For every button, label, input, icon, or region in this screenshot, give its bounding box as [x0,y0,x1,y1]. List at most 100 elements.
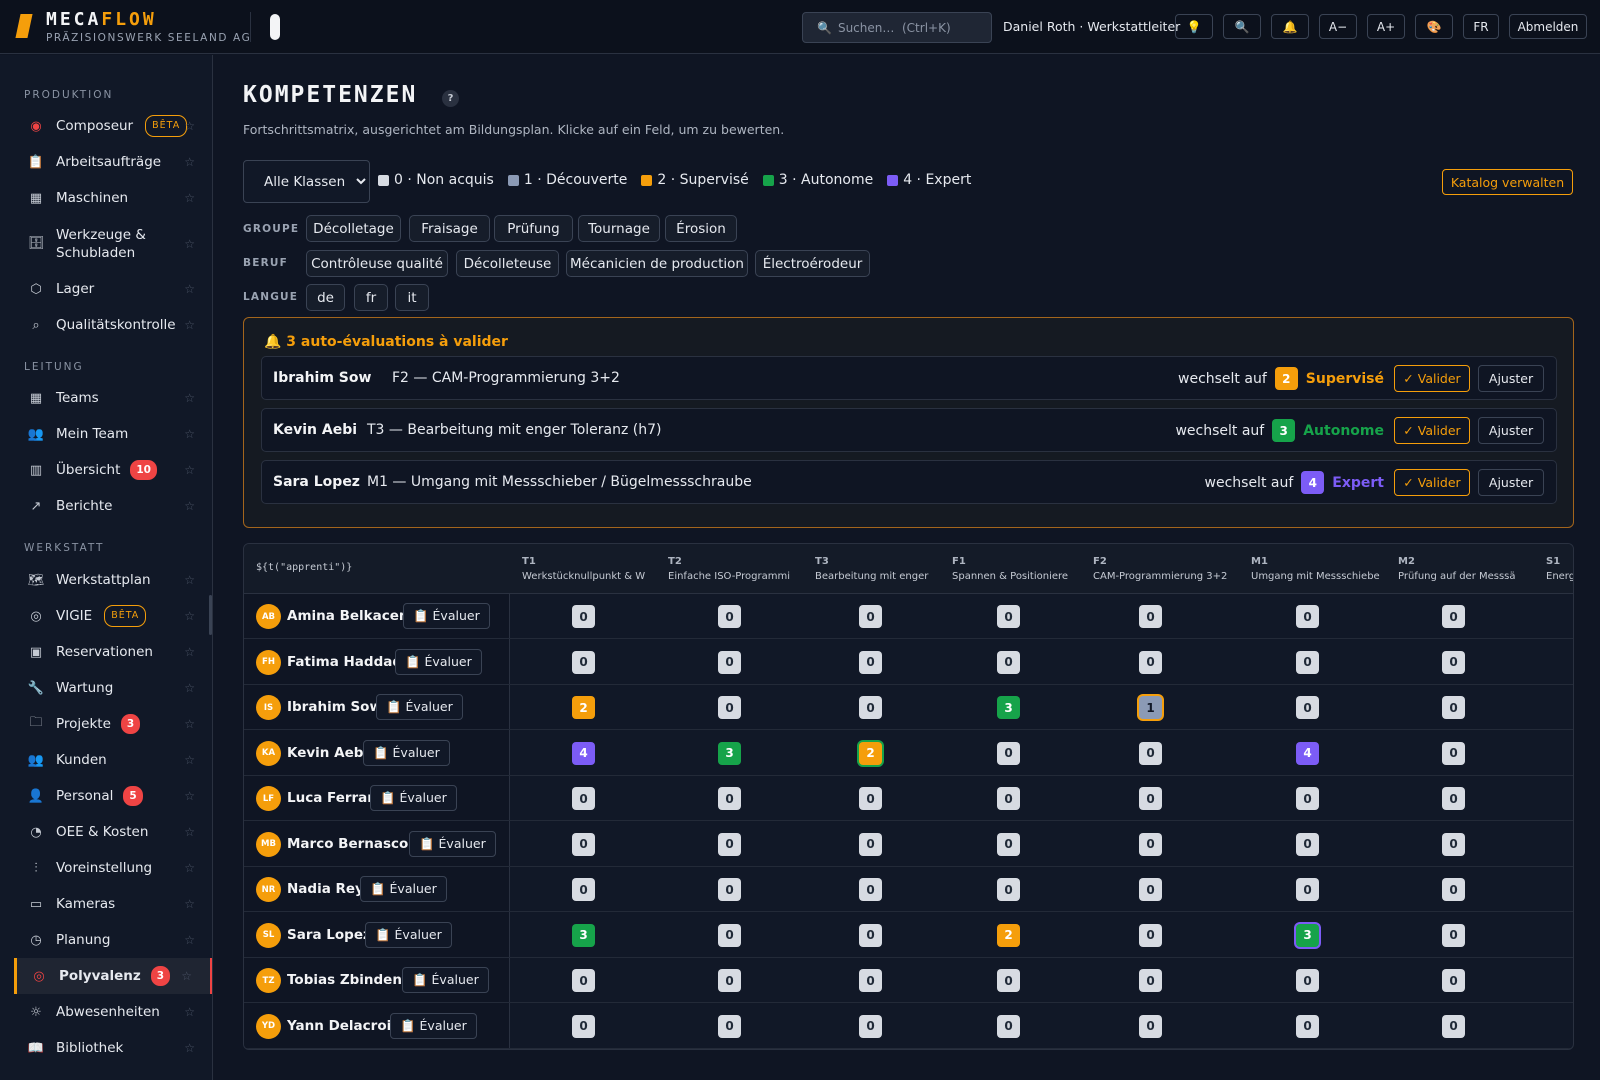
sidebar-item-maschinen[interactable]: ▦ Maschinen ☆ [14,180,212,216]
competence-cell[interactable]: 0 [1442,605,1465,628]
filter-chip-beruf[interactable]: Décolleteuse [456,250,559,277]
competence-cell[interactable]: 0 [572,832,595,856]
brand-name[interactable]: MECAFLOW [46,9,157,30]
filter-chip-groupe[interactable]: Érosion [665,215,737,242]
star-icon[interactable]: ☆ [184,1041,195,1055]
competence-cell[interactable]: 0 [1442,741,1465,765]
column-header[interactable]: F2 CAM-Programmierung 3+2 [1093,556,1227,582]
competence-cell[interactable]: 3 [572,923,595,947]
validate-button[interactable]: ✓ Valider [1394,365,1470,392]
search-input[interactable] [837,20,988,35]
manage-catalog-button[interactable]: Katalog verwalten [1442,169,1573,195]
student-name[interactable]: Amina Belkacem [287,608,413,624]
class-select[interactable]: Alle Klassen [243,160,370,203]
competence-cell[interactable]: 0 [718,1014,741,1038]
competence-cell[interactable]: 0 [1139,741,1162,765]
competence-cell[interactable]: 0 [572,969,595,992]
competence-cell[interactable]: 0 [1442,650,1465,674]
competence-cell[interactable]: 1 [1139,696,1162,719]
filter-chip-groupe[interactable]: Décolletage [306,215,401,242]
competence-cell[interactable]: 0 [1296,650,1319,674]
column-header[interactable]: T2 Einfache ISO-Programmi [668,556,802,582]
competence-cell[interactable]: 0 [1139,832,1162,856]
competence-cell[interactable]: 0 [997,605,1020,628]
competence-cell[interactable]: 0 [718,650,741,674]
filter-chip-groupe[interactable]: Tournage [578,215,660,242]
evaluate-button[interactable]: 📋 Évaluer [360,876,447,902]
sidebar-item-projekte[interactable]: 🗀 Projekte 3 ☆ [14,706,212,742]
star-icon[interactable]: ☆ [184,463,195,477]
star-icon[interactable]: ☆ [184,717,195,731]
competence-cell[interactable]: 0 [1296,969,1319,992]
competence-cell[interactable]: 0 [718,969,741,992]
star-icon[interactable]: ☆ [184,191,195,205]
competence-cell[interactable]: 0 [1296,696,1319,719]
competence-cell[interactable]: 0 [572,1014,595,1038]
competence-cell[interactable]: 0 [1139,1014,1162,1038]
competence-cell[interactable]: 3 [997,696,1020,719]
star-icon[interactable]: ☆ [184,681,195,695]
competence-cell[interactable]: 0 [859,650,882,674]
student-name[interactable]: Ibrahim Sow [287,699,382,715]
star-icon[interactable]: ☆ [184,933,195,947]
competence-cell[interactable]: 0 [1296,832,1319,856]
star-icon[interactable]: ☆ [184,573,195,587]
star-icon[interactable]: ☆ [184,119,195,133]
filter-chip-beruf[interactable]: Contrôleuse qualité [306,250,448,277]
star-icon[interactable]: ☆ [184,155,195,169]
competence-cell[interactable]: 0 [1442,1014,1465,1038]
student-name[interactable]: Tobias Zbinden [287,972,402,988]
filter-chip-langue[interactable]: it [395,284,429,311]
sidebar-item-vigie[interactable]: ◎ VIGIE BÊTA ☆ [14,598,212,634]
competence-cell[interactable]: 0 [718,605,741,628]
competence-cell[interactable]: 0 [859,878,882,901]
student-name[interactable]: Luca Ferrari [287,790,379,806]
competence-cell[interactable]: 0 [997,878,1020,901]
theme-button[interactable]: 🎨 [1415,14,1453,39]
adjust-button[interactable]: Ajuster [1478,365,1544,392]
competence-cell[interactable]: 0 [572,605,595,628]
competence-cell[interactable]: 0 [997,741,1020,765]
column-header[interactable]: S1 Energ [1546,556,1573,582]
competence-cell[interactable]: 0 [997,650,1020,674]
sidebar-item-qualitätskontrolle[interactable]: ⌕ Qualitätskontrolle ☆ [14,307,212,343]
sidebar-item-voreinstellung[interactable]: ⫶ Voreinstellung ☆ [14,850,212,886]
evaluate-button[interactable]: 📋 Évaluer [403,603,490,629]
student-name[interactable]: Nadia Rey [287,881,364,897]
competence-cell[interactable]: 0 [859,787,882,810]
sidebar-item-übersicht[interactable]: ▥ Übersicht 10 ☆ [14,452,212,488]
validate-button[interactable]: ✓ Valider [1394,469,1470,496]
competence-cell[interactable]: 0 [1442,696,1465,719]
star-icon[interactable]: ☆ [184,282,195,296]
adjust-button[interactable]: Ajuster [1478,417,1544,444]
star-icon[interactable]: ☆ [184,1005,195,1019]
star-icon[interactable]: ☆ [184,753,195,767]
star-icon[interactable]: ☆ [184,318,195,332]
competence-cell[interactable]: 2 [997,923,1020,947]
sidebar-item-planung[interactable]: ◷ Planung ☆ [14,922,212,958]
filter-chip-beruf[interactable]: Mécanicien de production [566,250,748,277]
sidebar-item-werkstattplan[interactable]: 🗺 Werkstattplan ☆ [14,562,212,598]
competence-cell[interactable]: 0 [1442,787,1465,810]
validate-button[interactable]: ✓ Valider [1394,417,1470,444]
evaluate-button[interactable]: 📋 Évaluer [390,1012,477,1039]
sidebar-item-abwesenheiten[interactable]: ☼ Abwesenheiten ☆ [14,994,212,1030]
font-smaller-button[interactable]: A− [1319,14,1357,39]
competence-cell[interactable]: 0 [859,923,882,947]
help-button[interactable]: ? [442,90,459,107]
sidebar-item-composeur[interactable]: ◉ Composeur BÊTA ☆ [14,108,212,144]
evaluate-button[interactable]: 📋 Évaluer [363,739,450,766]
sidebar-item-oee-kosten[interactable]: ◔ OEE & Kosten ☆ [14,814,212,850]
competence-cell[interactable]: 0 [1139,787,1162,810]
filter-chip-beruf[interactable]: Électroérodeur [755,250,870,277]
sidebar-item-berichte[interactable]: ↗ Berichte ☆ [14,488,212,524]
competence-cell[interactable]: 0 [718,696,741,719]
evaluate-button[interactable]: 📋 Évaluer [409,830,496,857]
competence-cell[interactable]: 2 [859,741,882,765]
evaluate-button[interactable]: 📋 Évaluer [365,921,452,948]
competence-cell[interactable]: 0 [572,650,595,674]
competence-cell[interactable]: 0 [859,1014,882,1038]
competence-cell[interactable]: 0 [1296,605,1319,628]
sidebar-item-polyvalenz[interactable]: ◎ Polyvalenz 3 ☆ [14,958,212,994]
font-larger-button[interactable]: A+ [1367,14,1405,39]
